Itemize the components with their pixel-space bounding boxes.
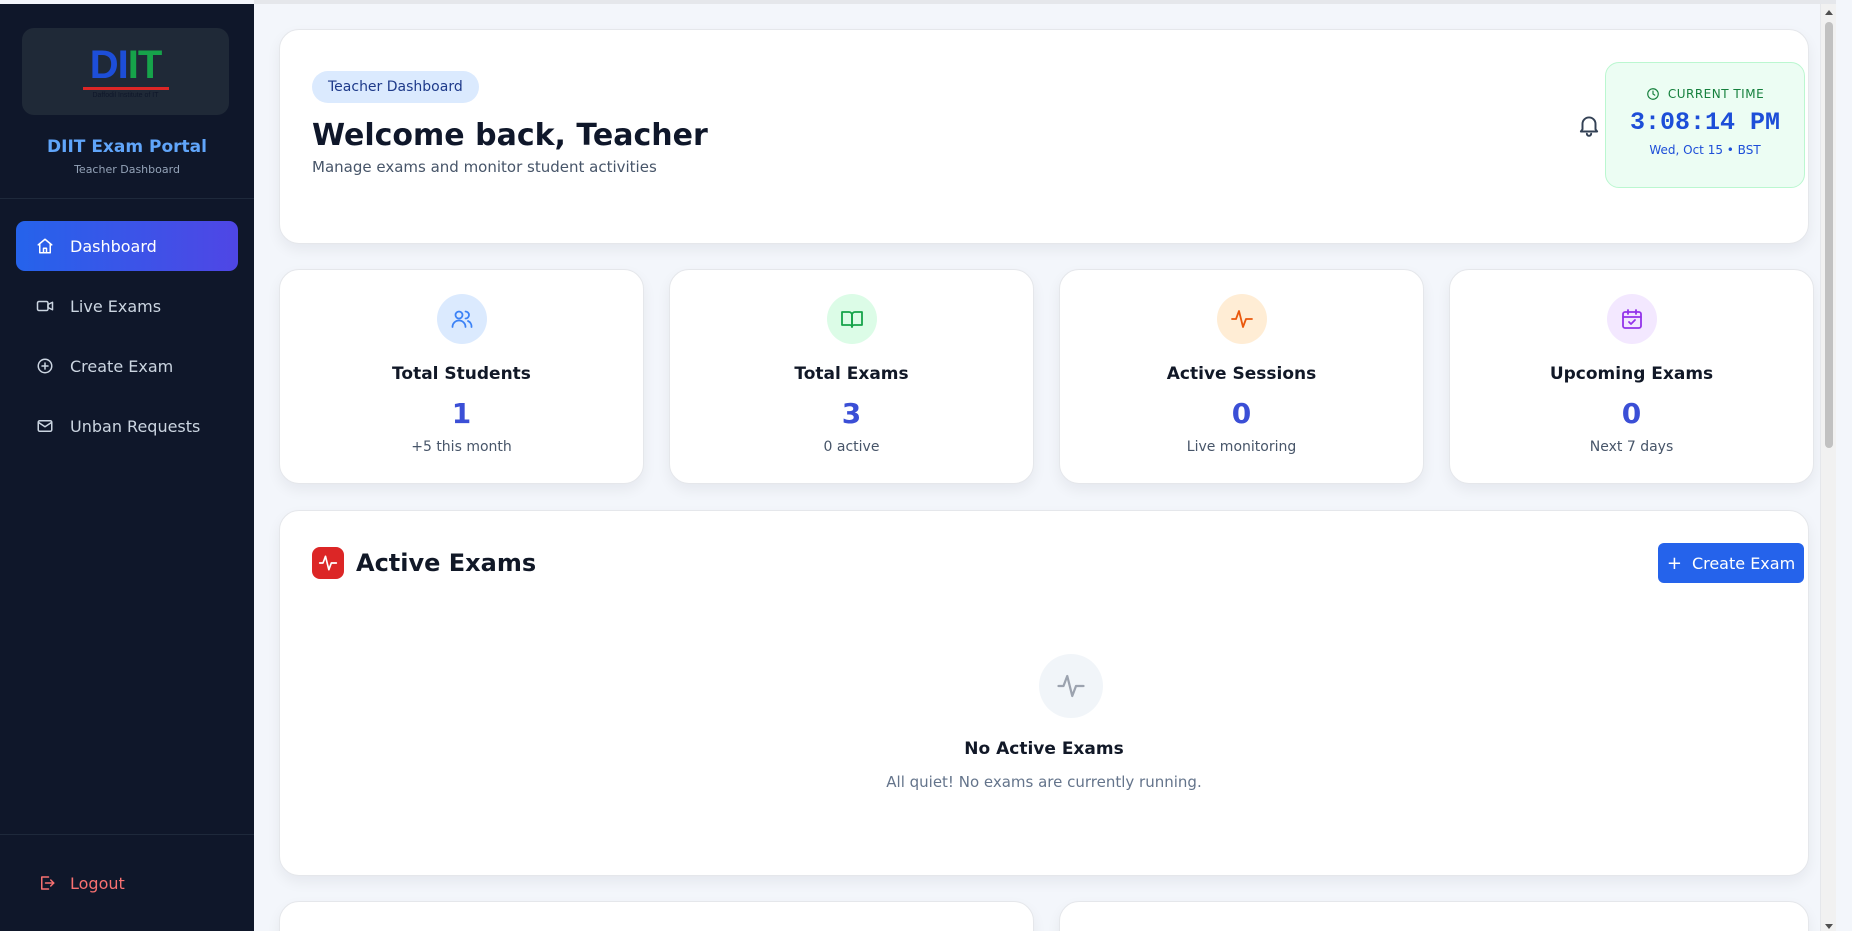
- logout-label: Logout: [70, 873, 125, 893]
- plus-icon: +: [1666, 552, 1682, 574]
- current-date-value: Wed, Oct 15 • BST: [1649, 143, 1761, 157]
- clock-icon: [1646, 88, 1659, 100]
- current-time-value: 3:08:14 PM: [1629, 108, 1781, 137]
- dashboard-tag: Teacher Dashboard: [312, 71, 479, 103]
- scroll-down-arrow-icon[interactable]: [1825, 924, 1833, 929]
- page-description: Manage exams and monitor student activit…: [312, 158, 657, 176]
- stat-card-total-exams: Total Exams 3 0 active: [669, 269, 1034, 484]
- stat-subtext: Next 7 days: [1589, 439, 1674, 455]
- stat-card-active-sessions: Active Sessions 0 Live monitoring: [1059, 269, 1424, 484]
- stat-label: Upcoming Exams: [1549, 364, 1714, 384]
- stat-label: Active Sessions: [1166, 364, 1317, 384]
- activity-icon: [1039, 654, 1103, 718]
- mail-icon: [36, 417, 54, 435]
- video-icon: [36, 297, 54, 315]
- sidebar-item-label: Dashboard: [70, 236, 157, 256]
- home-icon: [36, 237, 54, 255]
- bottom-left-card: [279, 901, 1034, 931]
- active-exams-title: Active Exams: [356, 549, 537, 577]
- stat-subtext: +5 this month: [411, 439, 512, 455]
- scrollbar-thumb[interactable]: [1825, 22, 1833, 448]
- current-time-card: CURRENT TIME 3:08:14 PM Wed, Oct 15 • BS…: [1605, 62, 1805, 188]
- activity-icon: [312, 547, 344, 579]
- active-exams-card: Active Exams + Create Exam No Active Exa…: [279, 510, 1809, 876]
- logo-mark-green: IT: [127, 42, 163, 87]
- vertical-scrollbar[interactable]: [1820, 4, 1836, 931]
- sidebar: DIIT Daffodil Institute of IT DIIT Exam …: [0, 4, 254, 931]
- logo-mark-blue: DI: [89, 42, 129, 87]
- sidebar-item-create-exam[interactable]: Create Exam: [16, 341, 238, 391]
- create-exam-button[interactable]: + Create Exam: [1658, 543, 1804, 583]
- stat-label: Total Students: [392, 364, 531, 384]
- brand-subtitle: Teacher Dashboard: [74, 163, 180, 176]
- logout-icon: [38, 874, 56, 892]
- bell-icon[interactable]: [1576, 112, 1602, 138]
- bottom-right-card: [1059, 901, 1809, 931]
- stat-card-upcoming-exams: Upcoming Exams 0 Next 7 days: [1449, 269, 1814, 484]
- stat-value: 0: [1621, 397, 1642, 430]
- calendar-check-icon: [1606, 294, 1657, 344]
- sidebar-item-label: Live Exams: [70, 296, 162, 316]
- empty-state-description: All quiet! No exams are currently runnin…: [886, 773, 1202, 791]
- stat-value: 0: [1231, 397, 1252, 430]
- activity-icon: [1216, 294, 1267, 344]
- stat-value: 1: [451, 397, 472, 430]
- stat-subtext: 0 active: [823, 439, 880, 455]
- stat-subtext: Live monitoring: [1186, 439, 1297, 455]
- scroll-up-arrow-icon[interactable]: [1825, 10, 1833, 15]
- empty-state-title: No Active Exams: [964, 739, 1124, 759]
- book-icon: [826, 294, 877, 344]
- plus-circle-icon: [36, 357, 54, 375]
- stat-card-total-students: Total Students 1 +5 this month: [279, 269, 644, 484]
- stat-value: 3: [841, 397, 862, 430]
- sidebar-item-unban-requests[interactable]: Unban Requests: [16, 401, 238, 451]
- users-icon: [436, 294, 487, 344]
- brand-title: DIIT Exam Portal: [47, 137, 207, 157]
- logo-mark: DIIT: [89, 42, 163, 87]
- main-content: Teacher Dashboard Welcome back, Teacher …: [254, 0, 1836, 931]
- logo-subtitle: Daffodil Institute of IT: [92, 91, 159, 99]
- create-exam-button-label: Create Exam: [1691, 553, 1796, 573]
- logout-button[interactable]: Logout: [0, 835, 254, 931]
- sidebar-item-dashboard[interactable]: Dashboard: [16, 221, 238, 271]
- sidebar-item-live-exams[interactable]: Live Exams: [16, 281, 238, 331]
- sidebar-item-label: Create Exam: [70, 356, 174, 376]
- sidebar-item-label: Unban Requests: [70, 416, 201, 436]
- current-time-label-row: CURRENT TIME: [1606, 87, 1804, 101]
- diit-logo: DIIT Daffodil Institute of IT: [22, 28, 229, 115]
- sidebar-nav: Dashboard Live Exams Create Exam Unban R…: [0, 199, 254, 461]
- welcome-card: Teacher Dashboard Welcome back, Teacher …: [279, 29, 1809, 244]
- page-title: Welcome back, Teacher: [312, 118, 708, 153]
- current-time-label: CURRENT TIME: [1667, 87, 1765, 101]
- stat-label: Total Exams: [794, 364, 909, 384]
- logo-underline: [82, 86, 169, 90]
